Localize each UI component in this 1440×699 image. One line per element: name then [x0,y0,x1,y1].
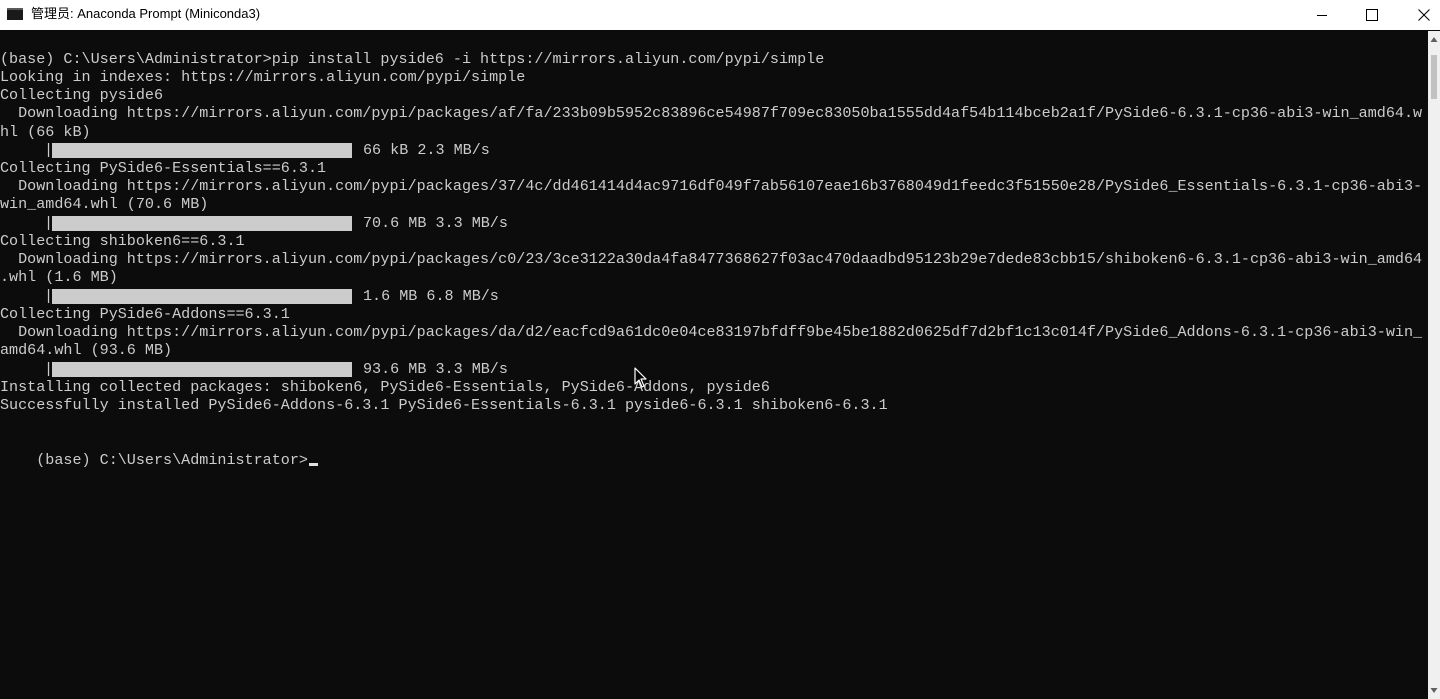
scroll-up-arrow-icon[interactable] [1430,36,1438,44]
console-line: Downloading https://mirrors.aliyun.com/p… [0,250,1423,268]
minimize-icon [1317,15,1327,16]
window-title: 管理员: Anaconda Prompt (Miniconda3) [31,6,261,21]
console-line: win_amd64.whl (70.6 MB) [0,195,209,213]
download-progress-bar: | 70.6 MB 3.3 MB/s [0,214,508,232]
maximize-icon [1366,9,1378,21]
close-button[interactable] [1398,0,1440,30]
text-cursor [308,463,318,466]
progress-fill [52,289,352,304]
mouse-pointer-icon [634,367,647,388]
progress-text: 1.6 MB 6.8 MB/s [363,287,499,305]
console-line: Downloading https://mirrors.aliyun.com/p… [0,177,1423,195]
progress-text: 93.6 MB 3.3 MB/s [363,360,508,378]
progress-fill [52,143,352,158]
progress-text: 70.6 MB 3.3 MB/s [363,214,508,232]
console-line: Downloading https://mirrors.aliyun.com/p… [0,104,1423,122]
download-progress-bar: | 1.6 MB 6.8 MB/s [0,287,499,305]
console-line: Collecting pyside6 [0,86,164,104]
console-line: Collecting PySide6-Essentials==6.3.1 [0,159,327,177]
console-app-icon [7,8,23,20]
title-bar[interactable]: 管理员: Anaconda Prompt (Miniconda3) [0,0,1440,30]
console-line: Installing collected packages: shiboken6… [0,378,770,396]
download-progress-bar: | 66 kB 2.3 MB/s [0,141,490,159]
console-line: Collecting PySide6-Addons==6.3.1 [0,305,290,323]
console-line: .whl (1.6 MB) [0,268,118,286]
vertical-scrollbar[interactable] [1428,31,1440,699]
console-line: amd64.whl (93.6 MB) [0,341,173,359]
console-prompt-line[interactable]: (base) C:\Users\Administrator> [0,433,318,469]
close-icon [1418,9,1430,21]
console-line: Collecting shiboken6==6.3.1 [0,232,245,250]
console-line: Downloading https://mirrors.aliyun.com/p… [0,323,1423,341]
console-line: hl (66 kB) [0,123,91,141]
scroll-down-arrow-icon[interactable] [1430,686,1438,694]
console-line: (base) C:\Users\Administrator>pip instal… [0,50,825,68]
console-prompt: (base) C:\Users\Administrator> [36,451,308,469]
progress-fill [52,216,352,231]
maximize-button[interactable] [1346,0,1398,30]
download-progress-bar: | 93.6 MB 3.3 MB/s [0,360,508,378]
progress-text: 66 kB 2.3 MB/s [363,141,490,159]
progress-fill [52,362,352,377]
console-output[interactable]: (base) C:\Users\Administrator>pip instal… [0,31,1428,699]
scrollbar-thumb[interactable] [1431,55,1437,99]
console-line: Looking in indexes: https://mirrors.aliy… [0,68,526,86]
console-line: Successfully installed PySide6-Addons-6.… [0,396,888,414]
minimize-button[interactable] [1296,0,1348,30]
